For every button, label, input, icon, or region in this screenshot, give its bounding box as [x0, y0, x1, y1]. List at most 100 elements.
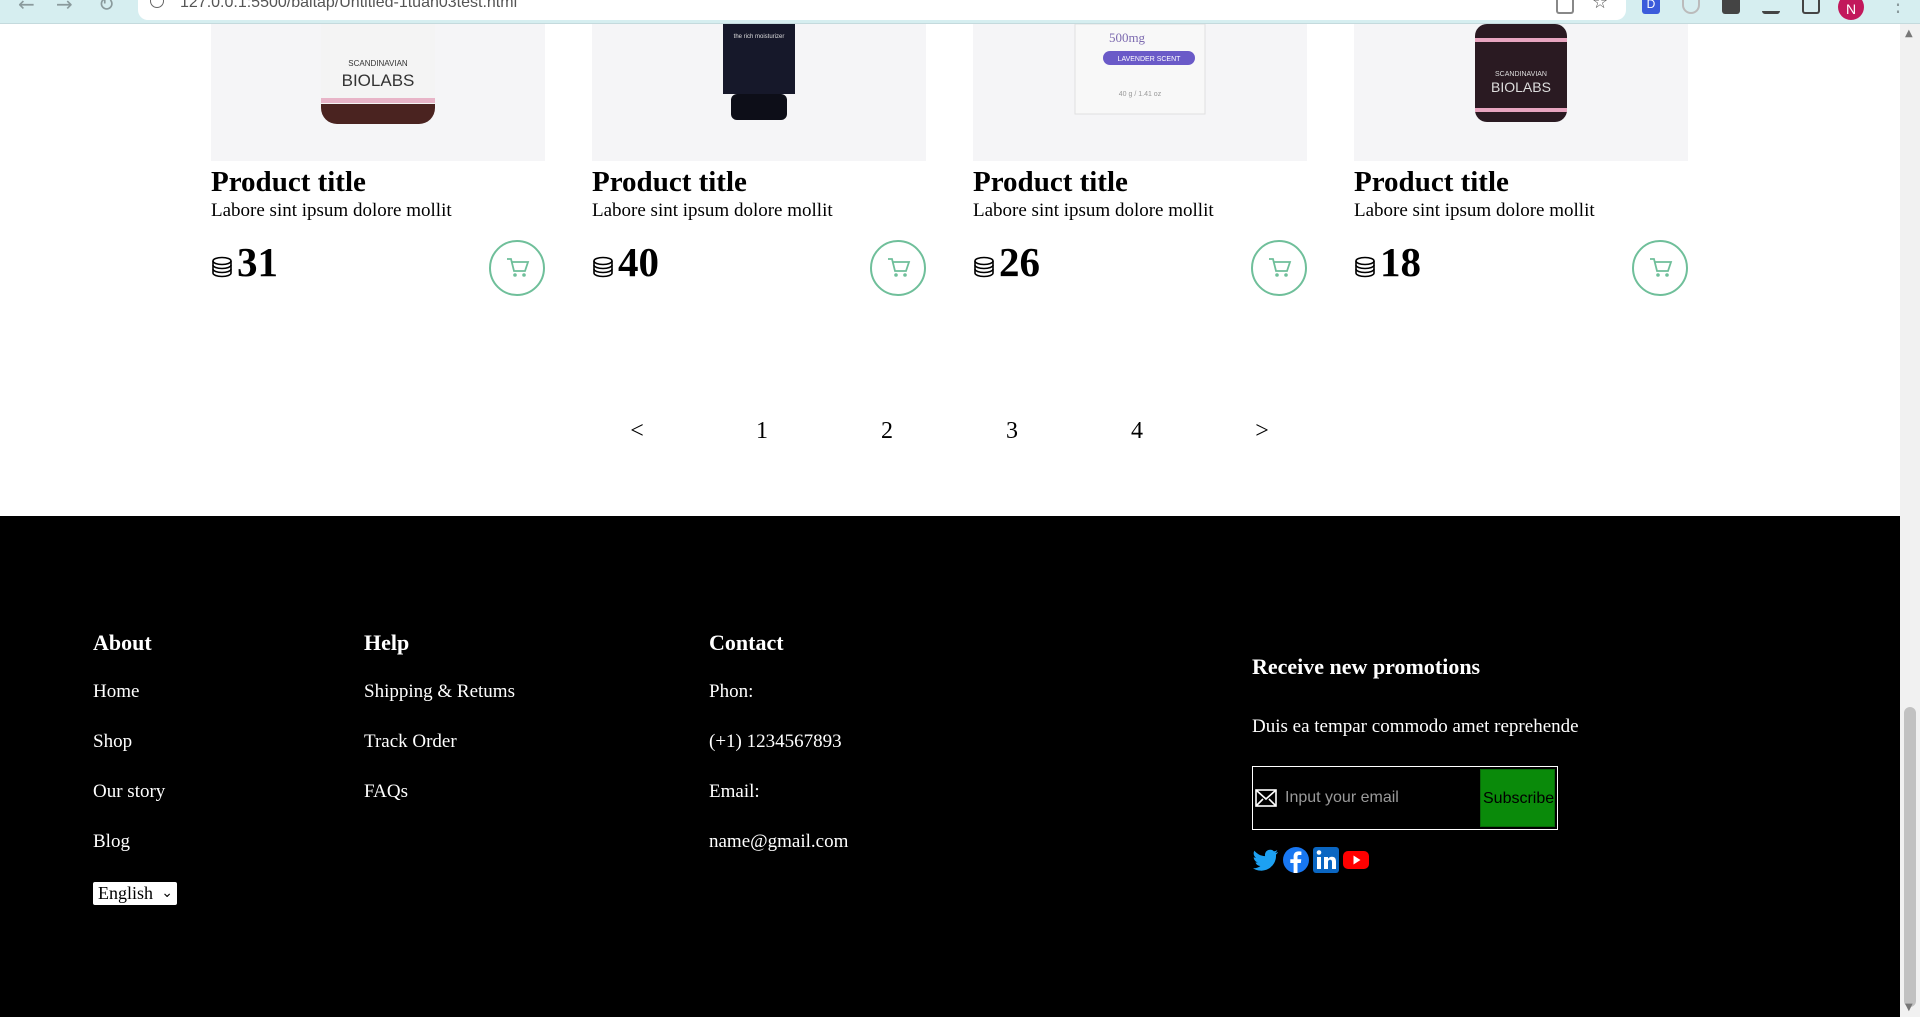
footer-link-our-story[interactable]: Our story [93, 781, 165, 803]
page-scrollbar[interactable]: ▲ ▼ [1900, 24, 1920, 1017]
box-dose-label: 500mg [1109, 30, 1146, 45]
product-image[interactable]: 500mg LAVENDER SCENT 40 g / 1.41 oz [973, 24, 1307, 161]
svg-text:BIOLABS: BIOLABS [342, 71, 415, 90]
product-card[interactable]: SCANDINAVIAN BIOLABS Product title Labor… [211, 24, 545, 296]
subscribe-form: Subscribe [1252, 766, 1558, 830]
price-row: 26 [973, 238, 1307, 296]
svg-text:SCANDINAVIAN: SCANDINAVIAN [348, 59, 408, 68]
pagination-page-1[interactable]: 1 [747, 418, 777, 445]
site-info-icon[interactable] [150, 0, 164, 8]
scroll-up-arrow-icon[interactable]: ▲ [1905, 28, 1913, 39]
star-icon[interactable]: ☆ [1592, 0, 1610, 14]
subscribe-button[interactable]: Subscribe [1480, 769, 1555, 827]
product-image[interactable]: SCANDINAVIAN BIOLABS [1354, 24, 1688, 161]
coin-stack-icon [974, 256, 994, 278]
scroll-down-arrow-icon[interactable]: ▼ [1905, 1002, 1913, 1013]
price-row: 40 [592, 238, 926, 296]
pagination-next[interactable]: > [1247, 418, 1277, 445]
pagination-page-2[interactable]: 2 [872, 418, 902, 445]
profile-avatar[interactable]: N [1838, 0, 1864, 20]
footer-about-heading: About [93, 630, 152, 655]
product-title[interactable]: Product title [592, 166, 747, 199]
svg-text:40 g / 1.41 oz: 40 g / 1.41 oz [1119, 91, 1162, 98]
product-card[interactable]: SCANDINAVIAN BIOLABS Product title Labor… [1354, 24, 1688, 296]
pagination-page-3[interactable]: 3 [997, 418, 1027, 445]
site-footer: About Home Shop Our story Blog English ⌄… [0, 516, 1900, 1017]
add-to-cart-button[interactable] [1632, 240, 1688, 296]
twitter-icon[interactable] [1252, 846, 1280, 874]
compass-extension-icon[interactable] [1682, 0, 1700, 14]
footer-help-heading: Help [364, 630, 410, 655]
coin-stack-icon [212, 256, 232, 278]
footer-link-shop[interactable]: Shop [93, 731, 132, 753]
footer-link-faqs[interactable]: FAQs [364, 781, 408, 803]
browser-menu-icon[interactable]: ⋮ [1888, 0, 1908, 14]
footer-link-track-order[interactable]: Track Order [364, 731, 457, 753]
product-card[interactable]: 500mg LAVENDER SCENT 40 g / 1.41 oz Prod… [973, 24, 1307, 296]
product-title[interactable]: Product title [1354, 166, 1509, 199]
language-select[interactable]: English ⌄ [93, 882, 177, 905]
extension-d-icon[interactable]: D [1642, 0, 1660, 14]
cart-icon [888, 258, 911, 277]
back-arrow-icon[interactable]: ← [18, 0, 35, 14]
youtube-icon[interactable] [1342, 846, 1370, 874]
product-image[interactable]: SCANDINAVIAN BIOLABS [211, 24, 545, 161]
language-select-value: English [98, 883, 154, 903]
footer-link-shipping-returns[interactable]: Shipping & Retums [364, 681, 515, 703]
product-price: 40 [618, 239, 659, 285]
add-to-cart-button[interactable] [489, 240, 545, 296]
browser-toolbar: ← → ↻ 127.0.0.1:5500/baitap/Untitled-1tu… [0, 0, 1920, 24]
chevron-down-icon: ⌄ [161, 885, 173, 901]
product-title[interactable]: Product title [211, 166, 366, 199]
product-image[interactable]: the rich moisturizer [592, 24, 926, 161]
product-price: 31 [237, 239, 278, 285]
price-row: 18 [1354, 238, 1688, 296]
tube-label: the rich moisturizer [734, 34, 785, 40]
facebook-icon[interactable] [1282, 846, 1310, 874]
email-input[interactable] [1283, 767, 1507, 828]
pagination-prev[interactable]: < [622, 418, 652, 445]
promo-heading: Receive new promotions [1252, 654, 1481, 679]
moisturizer-tube-icon: the rich moisturizer [723, 24, 795, 120]
svg-text:BIOLABS: BIOLABS [1491, 79, 1551, 95]
product-description: Labore sint ipsum dolore mollit [211, 200, 452, 221]
product-title[interactable]: Product title [973, 166, 1128, 199]
coin-stack-icon [1355, 256, 1375, 278]
supplement-box-icon: 500mg LAVENDER SCENT 40 g / 1.41 oz [1074, 24, 1206, 115]
puzzle-extensions-icon[interactable] [1722, 0, 1740, 14]
box-scent-label: LAVENDER SCENT [1118, 56, 1182, 63]
linkedin-icon[interactable] [1312, 846, 1340, 874]
address-bar[interactable]: 127.0.0.1:5500/baitap/Untitled-1tuan03te… [138, 0, 1626, 20]
product-description: Labore sint ipsum dolore mollit [1354, 200, 1595, 221]
share-icon[interactable] [1556, 0, 1574, 14]
add-to-cart-button[interactable] [1251, 240, 1307, 296]
footer-link-blog[interactable]: Blog [93, 831, 130, 853]
supplement-bottle-icon: SCANDINAVIAN BIOLABS [321, 24, 435, 124]
forward-arrow-icon[interactable]: → [56, 0, 73, 14]
cart-icon [1269, 258, 1292, 277]
cart-icon [1650, 258, 1673, 277]
contact-phone-value: (+1) 1234567893 [709, 731, 842, 752]
url-text: 127.0.0.1:5500/baitap/Untitled-1tuan03te… [180, 0, 518, 11]
price-row: 31 [211, 238, 545, 296]
side-panel-icon[interactable] [1802, 0, 1820, 14]
product-description: Labore sint ipsum dolore mollit [973, 200, 1214, 221]
svg-text:SCANDINAVIAN: SCANDINAVIAN [1495, 71, 1547, 78]
scrollbar-thumb[interactable] [1904, 707, 1916, 1007]
product-card[interactable]: the rich moisturizer Product title Labor… [592, 24, 926, 296]
footer-contact-heading: Contact [709, 630, 784, 655]
serum-bottle-icon: SCANDINAVIAN BIOLABS [1475, 24, 1567, 122]
footer-link-home[interactable]: Home [93, 681, 139, 703]
product-price: 26 [999, 239, 1040, 285]
media-control-icon[interactable] [1762, 0, 1780, 14]
product-description: Labore sint ipsum dolore mollit [592, 200, 833, 221]
contact-phone-label: Phon: [709, 681, 754, 702]
contact-email-label: Email: [709, 781, 760, 802]
mail-icon [1255, 789, 1277, 807]
add-to-cart-button[interactable] [870, 240, 926, 296]
promo-text: Duis ea tempar commodo amet reprehende [1252, 716, 1579, 737]
pagination-page-4[interactable]: 4 [1122, 418, 1152, 445]
coin-stack-icon [593, 256, 613, 278]
contact-email-value: name@gmail.com [709, 831, 849, 852]
reload-icon[interactable]: ↻ [98, 0, 115, 14]
